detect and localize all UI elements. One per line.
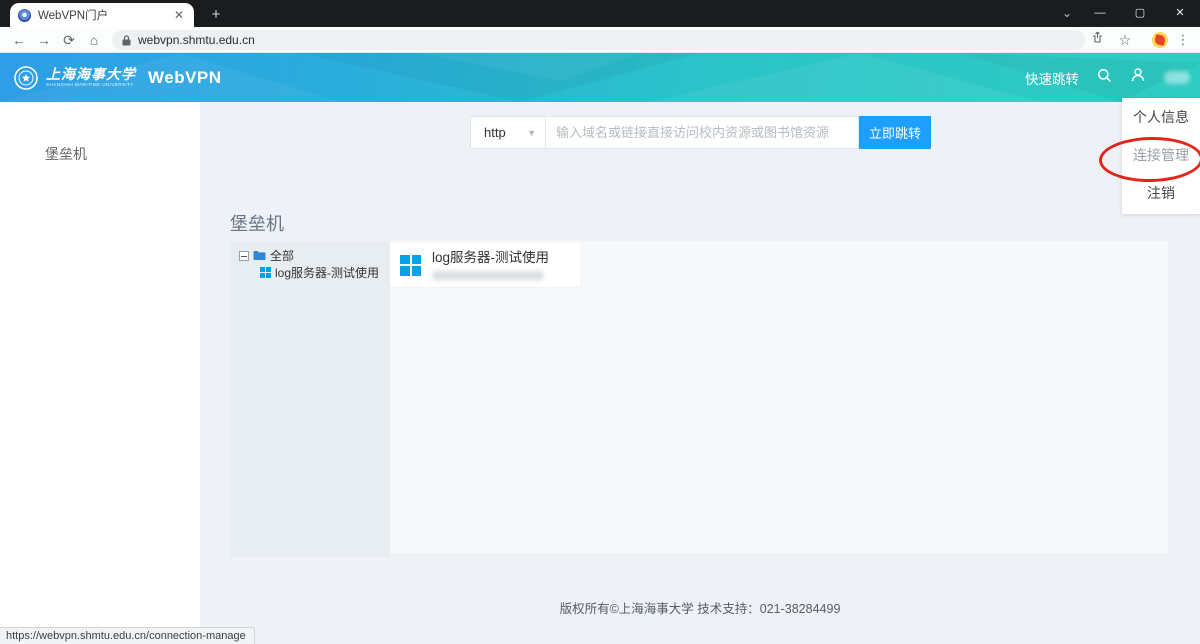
domain-input[interactable] [546,116,859,149]
site-favicon-icon [18,8,31,22]
folder-icon [253,250,266,261]
tree-collapse-icon[interactable] [239,250,249,261]
logo-group: 上海海事大学 SHANGHAI MARITIME UNIVERSITY WebV… [14,53,222,102]
tree-node-root[interactable]: 全部 [239,248,390,263]
quick-jump-link[interactable]: 快速跳转 [1025,68,1079,88]
product-name: WebVPN [148,67,222,87]
quick-jump-bar: http ▼ 立即跳转 [470,116,931,149]
address-bar[interactable]: webvpn.shmtu.edu.cn [112,30,1085,50]
footer-copyright: 版权所有©上海海事大学 技术支持：021-38284499 [559,602,841,616]
menu-item-logout[interactable]: 注销 [1122,174,1200,212]
window-close-button[interactable]: ✕ [1160,0,1200,27]
extension-icon[interactable] [1152,32,1168,48]
home-button[interactable]: ⌂ [83,27,105,53]
main-content: http ▼ 立即跳转 堡垒机 全部 log服务器-测试使用 log服务器-测试… [200,102,1200,644]
tree-root-label: 全部 [270,249,295,263]
protocol-value: http [484,125,506,140]
browser-toolbar: ← → ⟳ ⌂ webvpn.shmtu.edu.cn ☆ ⋮ [0,27,1200,53]
resource-tree: 全部 log服务器-测试使用 [230,241,390,557]
protocol-select[interactable]: http ▼ [470,116,546,149]
share-icon[interactable] [1086,27,1108,53]
forward-button[interactable]: → [33,27,55,53]
browser-titlebar: WebVPN门户 ✕ + ⌄ — ▢ ✕ [0,0,1200,27]
server-address-redacted [432,270,544,280]
username-redacted [1164,71,1190,84]
user-dropdown-menu: 个人信息 连接管理 注销 [1122,98,1200,214]
tree-child-label: log服务器-测试使用 [275,266,380,280]
tree-node-server[interactable]: log服务器-测试使用 [260,265,390,280]
sidebar-item-bastion[interactable]: 堡垒机 [45,144,87,164]
section-title-bastion: 堡垒机 [230,214,284,234]
university-name: 上海海事大学 SHANGHAI MARITIME UNIVERSITY [46,66,136,88]
jump-now-button[interactable]: 立即跳转 [859,116,931,149]
back-button[interactable]: ← [8,27,30,53]
user-icon[interactable] [1130,67,1146,88]
chevron-down-icon: ▼ [527,127,536,138]
browser-tab[interactable]: WebVPN门户 ✕ [10,3,194,27]
status-bar-url: https://webvpn.shmtu.edu.cn/connection-m… [0,627,255,644]
search-icon[interactable] [1097,68,1112,88]
server-card-list: log服务器-测试使用 [390,241,1168,553]
bookmark-star-icon[interactable]: ☆ [1114,27,1136,53]
server-card[interactable]: log服务器-测试使用 [390,243,580,287]
browser-menu-icon[interactable]: ⋮ [1174,27,1192,53]
tab-close-icon[interactable]: ✕ [172,8,186,22]
sidebar: 堡垒机 [0,102,200,628]
window-minimize-button[interactable]: — [1080,0,1120,27]
tab-title: WebVPN门户 [38,10,109,22]
new-tab-button[interactable]: + [206,5,226,25]
menu-item-profile[interactable]: 个人信息 [1122,98,1200,136]
windows-icon [400,254,421,276]
windows-icon [260,267,271,278]
reload-button[interactable]: ⟳ [58,27,80,53]
menu-item-connection-manage[interactable]: 连接管理 [1122,136,1200,174]
tab-search-chevron-icon[interactable]: ⌄ [1052,0,1082,27]
webvpn-header: 上海海事大学 SHANGHAI MARITIME UNIVERSITY WebV… [0,53,1200,102]
server-card-title: log服务器-测试使用 [432,250,550,266]
ssl-lock-icon[interactable] [122,34,131,46]
university-emblem-icon [14,65,38,90]
window-maximize-button[interactable]: ▢ [1120,0,1160,27]
url-text: webvpn.shmtu.edu.cn [138,33,255,47]
